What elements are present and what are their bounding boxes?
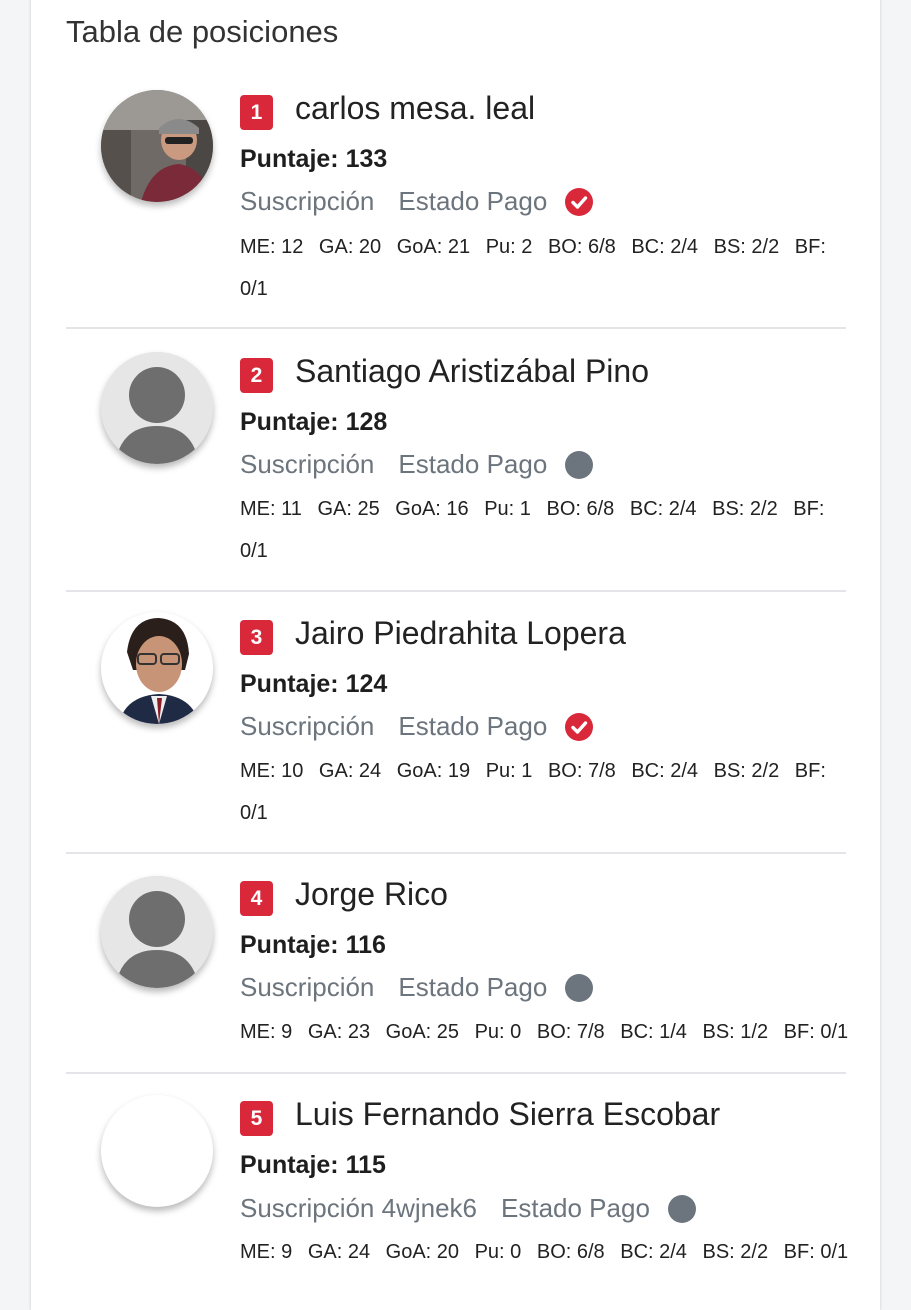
stat: BO: 7/8 <box>547 760 616 782</box>
stat: BS: 2/2 <box>713 760 780 782</box>
avatar <box>101 612 213 724</box>
stats: ME: 9 GA: 24 GoA: 20 Pu: 0 BO: 6/8 BC: 2… <box>240 1231 900 1273</box>
stat: GoA: 19 <box>396 760 471 782</box>
stat: BC: 2/4 <box>631 236 699 258</box>
stat: GA: 23 <box>307 1021 371 1043</box>
stats: ME: 10 GA: 24 GoA: 19 Pu: 1 BO: 7/8 BC: … <box>240 750 840 834</box>
stat: BO: 6/8 <box>536 1241 605 1263</box>
payment-label: Estado Pago <box>398 711 548 741</box>
stat: ME: 9 <box>240 1241 293 1263</box>
divider <box>66 590 846 592</box>
stat: BO: 6/8 <box>547 236 616 258</box>
score: Puntaje: 128 <box>240 408 388 436</box>
stat: GA: 25 <box>317 498 380 520</box>
stats: ME: 12 GA: 20 GoA: 21 Pu: 2 BO: 6/8 BC: … <box>240 226 840 310</box>
payment-label: Estado Pago <box>398 972 548 1002</box>
check-circle-icon <box>565 187 594 216</box>
stat: Pu: 1 <box>484 498 531 520</box>
stat: ME: 10 <box>240 760 304 782</box>
payment-row: Suscripción Estado Pago <box>240 711 594 742</box>
subscription-label: Suscripción 4wjnek6 <box>240 1193 478 1223</box>
subscription-label: Suscripción <box>240 972 375 1002</box>
payment-label: Estado Pago <box>398 449 548 479</box>
stat: BC: 2/4 <box>620 1241 687 1263</box>
rank-badge: 2 <box>240 358 273 393</box>
payment-label: Estado Pago <box>398 186 548 216</box>
stat: GoA: 25 <box>385 1021 460 1043</box>
page-title: Tabla de posiciones <box>66 14 339 49</box>
score: Puntaje: 115 <box>240 1151 386 1179</box>
rank-badge: 5 <box>240 1101 273 1136</box>
stat: BO: 6/8 <box>546 498 615 520</box>
stat: ME: 11 <box>240 498 302 520</box>
check-circle-icon <box>565 712 594 741</box>
stat: BC: 2/4 <box>631 760 699 782</box>
stats: ME: 11 GA: 25 GoA: 16 Pu: 1 BO: 6/8 BC: … <box>240 488 840 572</box>
stat: Pu: 1 <box>485 760 533 782</box>
player-name[interactable]: Jorge Rico <box>295 876 448 913</box>
avatar-placeholder <box>101 876 213 988</box>
stats: ME: 9 GA: 23 GoA: 25 Pu: 0 BO: 7/8 BC: 1… <box>240 1011 900 1053</box>
avatar <box>101 1095 213 1207</box>
payment-label: Estado Pago <box>501 1193 650 1223</box>
player-name[interactable]: carlos mesa. leal <box>295 90 535 127</box>
score: Puntaje: 116 <box>240 931 386 959</box>
payment-row: Suscripción Estado Pago <box>240 186 594 217</box>
player-name[interactable]: Santiago Aristizábal Pino <box>295 353 649 390</box>
subscription-label: Suscripción <box>240 711 375 741</box>
stat: BF: 0/1 <box>783 1021 849 1043</box>
divider <box>66 852 846 854</box>
stat: GoA: 20 <box>385 1241 460 1263</box>
stat: GA: 20 <box>318 236 382 258</box>
stat: GA: 24 <box>307 1241 371 1263</box>
stat: BS: 1/2 <box>702 1021 769 1043</box>
score: Puntaje: 124 <box>240 670 388 698</box>
stat: BO: 7/8 <box>536 1021 605 1043</box>
player-name[interactable]: Luis Fernando Sierra Escobar <box>295 1096 720 1133</box>
rank-badge: 3 <box>240 620 273 655</box>
payment-row: Suscripción Estado Pago <box>240 972 594 1003</box>
stat: BS: 2/2 <box>712 498 778 520</box>
avatar-placeholder <box>101 352 213 464</box>
circle-icon <box>667 1194 696 1223</box>
divider <box>66 327 846 329</box>
player-name[interactable]: Jairo Piedrahita Lopera <box>295 615 626 652</box>
stat: Pu: 0 <box>474 1241 522 1263</box>
stat: Pu: 0 <box>474 1021 522 1043</box>
stat: BC: 1/4 <box>620 1021 687 1043</box>
stat: BC: 2/4 <box>629 498 697 520</box>
subscription-label: Suscripción <box>240 449 375 479</box>
stat: BF: 0/1 <box>783 1241 849 1263</box>
stat: Pu: 2 <box>485 236 533 258</box>
rank-badge: 1 <box>240 95 273 130</box>
stat: BS: 2/2 <box>702 1241 769 1263</box>
avatar <box>101 90 213 202</box>
rank-badge: 4 <box>240 881 273 916</box>
circle-icon <box>565 450 594 479</box>
stat: BS: 2/2 <box>713 236 780 258</box>
score: Puntaje: 133 <box>240 145 388 173</box>
payment-row: Suscripción Estado Pago <box>240 449 594 480</box>
subscription-label: Suscripción <box>240 186 375 216</box>
stat: GoA: 16 <box>395 498 469 520</box>
circle-icon <box>565 973 594 1002</box>
stat: GA: 24 <box>318 760 382 782</box>
payment-row: Suscripción 4wjnek6 Estado Pago <box>240 1193 696 1224</box>
stat: GoA: 21 <box>396 236 471 258</box>
divider <box>66 1072 846 1074</box>
stat: ME: 12 <box>240 236 304 258</box>
stat: ME: 9 <box>240 1021 293 1043</box>
